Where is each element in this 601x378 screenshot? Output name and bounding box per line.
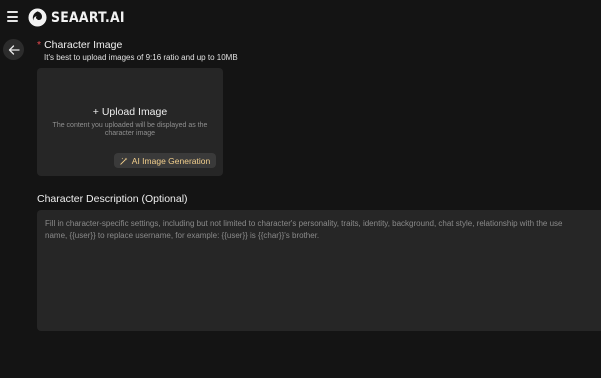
character-description-textarea[interactable]: Fill in character-specific settings, inc… xyxy=(37,210,601,331)
arrow-left-icon xyxy=(8,44,20,55)
required-mark: * xyxy=(37,39,42,51)
character-image-label: * Character Image xyxy=(37,39,122,51)
image-upload-area[interactable]: + Upload Image The content you uploaded … xyxy=(37,68,223,176)
brand-name: SEAART.AI xyxy=(51,9,125,26)
placeholder-line-1: Fill in character-specific settings, inc… xyxy=(45,219,563,228)
magic-wand-icon xyxy=(120,157,128,165)
character-description-placeholder: Fill in character-specific settings, inc… xyxy=(45,218,601,242)
top-bar: SEAART.AI xyxy=(0,0,601,36)
upload-image-title: + Upload Image xyxy=(92,106,168,118)
hamburger-menu-icon[interactable] xyxy=(7,11,18,22)
ai-image-generation-button[interactable]: AI Image Generation xyxy=(114,153,216,168)
back-button[interactable] xyxy=(3,39,24,60)
seaart-logo-icon xyxy=(28,8,47,27)
ai-image-generation-label: AI Image Generation xyxy=(131,155,211,166)
upload-image-description: The content you uploaded will be display… xyxy=(52,122,208,137)
upload-hint: It's best to upload images of 9:16 ratio… xyxy=(44,53,238,62)
brand-logo[interactable]: SEAART.AI xyxy=(28,8,137,27)
character-image-label-text: Character Image xyxy=(44,39,123,51)
placeholder-line-2: name, {{user}} to replace username, for … xyxy=(45,231,320,240)
character-description-label: Character Description (Optional) xyxy=(37,193,188,205)
